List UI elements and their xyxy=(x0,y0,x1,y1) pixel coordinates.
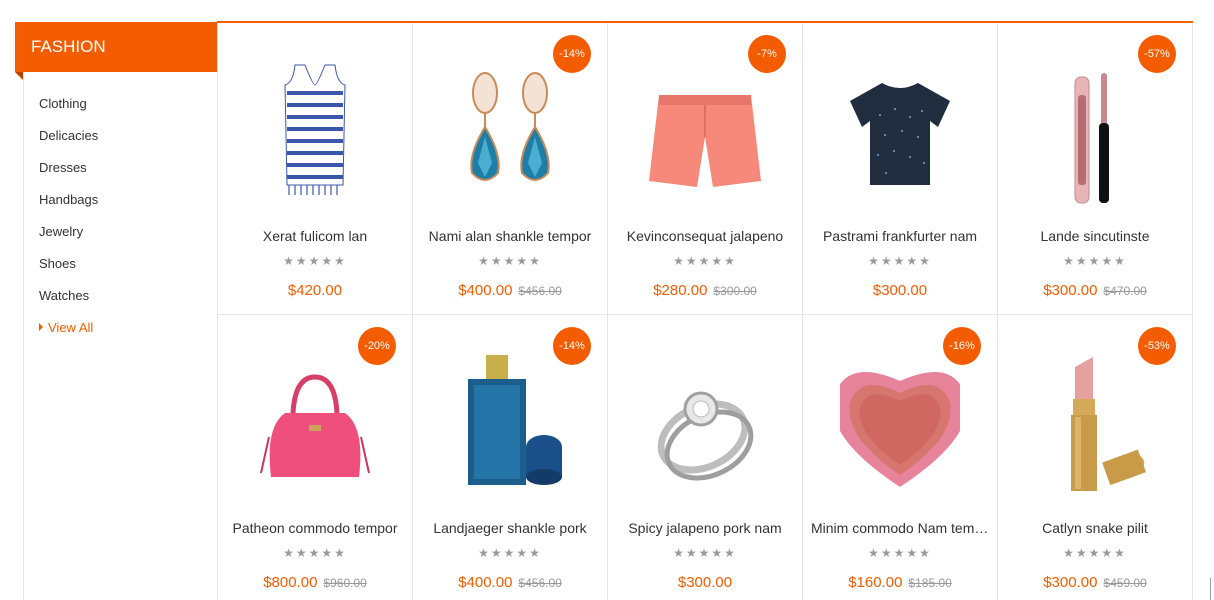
old-price: $960.00 xyxy=(323,576,367,590)
category-item-dresses[interactable]: Dresses xyxy=(39,158,98,190)
product-name[interactable]: Nami alan shankle tempor xyxy=(421,228,599,244)
category-item-handbags[interactable]: Handbags xyxy=(39,190,98,222)
tank-top-image xyxy=(284,64,346,195)
perfume-image xyxy=(468,355,562,485)
product-card[interactable]: -7% Kevinconsequat jalapeno ★★★★★ $280.0… xyxy=(608,23,803,315)
product-card[interactable]: -14% Nami alan shankle tempor ★★★★★ $400… xyxy=(413,23,608,315)
product-price: $300.00 xyxy=(872,282,928,299)
product-name[interactable]: Catlyn snake pilit xyxy=(1006,520,1184,536)
category-item-shoes[interactable]: Shoes xyxy=(39,254,98,286)
product-price: $160.00 xyxy=(848,574,903,591)
product-name[interactable]: Kevinconsequat jalapeno xyxy=(616,228,794,244)
price-row: $300.00 $470.00 xyxy=(998,282,1192,300)
rating-stars: ★★★★★ xyxy=(283,254,347,268)
price-row: $400.00 $456.00 xyxy=(413,282,607,300)
product-price: $300.00 xyxy=(677,574,733,591)
product-card[interactable]: -20% Patheon commodo tempor ★★★★★ $800.0… xyxy=(218,315,413,600)
lip-gloss-image xyxy=(1074,73,1109,204)
rating-stars: ★★★★★ xyxy=(868,546,932,560)
price-row: $300.00 xyxy=(608,574,802,592)
product-name[interactable]: Patheon commodo tempor xyxy=(226,520,404,536)
category-item-jewelry[interactable]: Jewelry xyxy=(39,222,98,254)
rating-stars: ★★★★★ xyxy=(1063,546,1127,560)
old-price: $459.00 xyxy=(1103,576,1147,590)
rating-stars: ★★★★★ xyxy=(478,254,542,268)
rating-stars: ★★★★★ xyxy=(283,546,347,560)
caret-right-icon xyxy=(39,323,43,331)
shorts-image xyxy=(649,95,761,187)
product-price: $280.00 xyxy=(653,282,708,299)
category-item-clothing[interactable]: Clothing xyxy=(39,94,98,126)
scrollbar-mark[interactable] xyxy=(1210,578,1211,600)
diamond-ring-image xyxy=(657,391,754,481)
product-name[interactable]: Pastrami frankfurter nam xyxy=(811,228,989,244)
product-card[interactable]: -53% Catlyn snake pilit ★★★★★ $300.00 $45… xyxy=(998,315,1193,600)
product-price: $420.00 xyxy=(287,282,343,299)
product-name[interactable]: Spicy jalapeno pork nam xyxy=(616,520,794,536)
view-all-label: View All xyxy=(48,320,94,335)
old-price: $470.00 xyxy=(1103,284,1147,298)
tshirt-image xyxy=(850,83,950,185)
product-price: $300.00 xyxy=(1043,574,1098,591)
price-row: $400.00 $456.00 xyxy=(413,574,607,592)
product-card[interactable]: -14% Landjaeger shankle pork ★★★★★ $400.… xyxy=(413,315,608,600)
category-list: Clothing Delicacies Dresses Handbags Jew… xyxy=(39,94,98,350)
price-row: $160.00 $185.00 xyxy=(803,574,997,592)
product-name[interactable]: Landjaeger shankle pork xyxy=(421,520,599,536)
blush-compact-image xyxy=(840,372,960,487)
title-fold xyxy=(15,72,23,80)
earrings-image xyxy=(470,72,550,181)
product-name[interactable]: Minim commodo Nam tempor xyxy=(811,520,989,536)
product-name[interactable]: Xerat fulicom lan xyxy=(226,228,404,244)
price-row: $300.00 xyxy=(803,282,997,300)
product-grid: Xerat fulicom lan ★★★★★ $420.00 -14% Nam… xyxy=(217,23,1193,600)
rating-stars: ★★★★★ xyxy=(478,546,542,560)
old-price: $185.00 xyxy=(908,576,952,590)
category-item-delicacies[interactable]: Delicacies xyxy=(39,126,98,158)
product-card[interactable]: Spicy jalapeno pork nam ★★★★★ $300.00 xyxy=(608,315,803,600)
product-card[interactable]: Pastrami frankfurter nam ★★★★★ $300.00 xyxy=(803,23,998,315)
product-price: $400.00 xyxy=(458,574,513,591)
rating-stars: ★★★★★ xyxy=(1063,254,1127,268)
product-card[interactable]: -16% Minim commodo Nam tempor ★★★★★ $160… xyxy=(803,315,998,600)
product-card[interactable]: -57% Lande sincutinste ★★★★★ $300.00 $470… xyxy=(998,23,1193,315)
price-row: $300.00 $459.00 xyxy=(998,574,1192,592)
category-item-watches[interactable]: Watches xyxy=(39,286,98,318)
old-price: $456.00 xyxy=(518,576,562,590)
price-row: $280.00 $300.00 xyxy=(608,282,802,300)
price-row: $800.00 $960.00 xyxy=(218,574,412,592)
product-price: $300.00 xyxy=(1043,282,1098,299)
product-name[interactable]: Lande sincutinste xyxy=(1006,228,1184,244)
rating-stars: ★★★★★ xyxy=(673,254,737,268)
category-sidebar: FASHION Clothing Delicacies Dresses Hand… xyxy=(15,22,218,600)
product-card[interactable]: Xerat fulicom lan ★★★★★ $420.00 xyxy=(218,23,413,315)
old-price: $300.00 xyxy=(713,284,757,298)
rating-stars: ★★★★★ xyxy=(673,546,737,560)
category-title: FASHION xyxy=(15,22,218,72)
product-price: $800.00 xyxy=(263,574,318,591)
view-all-link[interactable]: View All xyxy=(39,318,98,350)
price-row: $420.00 xyxy=(218,282,412,300)
handbag-image xyxy=(260,374,370,477)
lipstick-image xyxy=(1071,357,1147,491)
rating-stars: ★★★★★ xyxy=(868,254,932,268)
old-price: $456.00 xyxy=(518,284,562,298)
product-price: $400.00 xyxy=(458,282,513,299)
